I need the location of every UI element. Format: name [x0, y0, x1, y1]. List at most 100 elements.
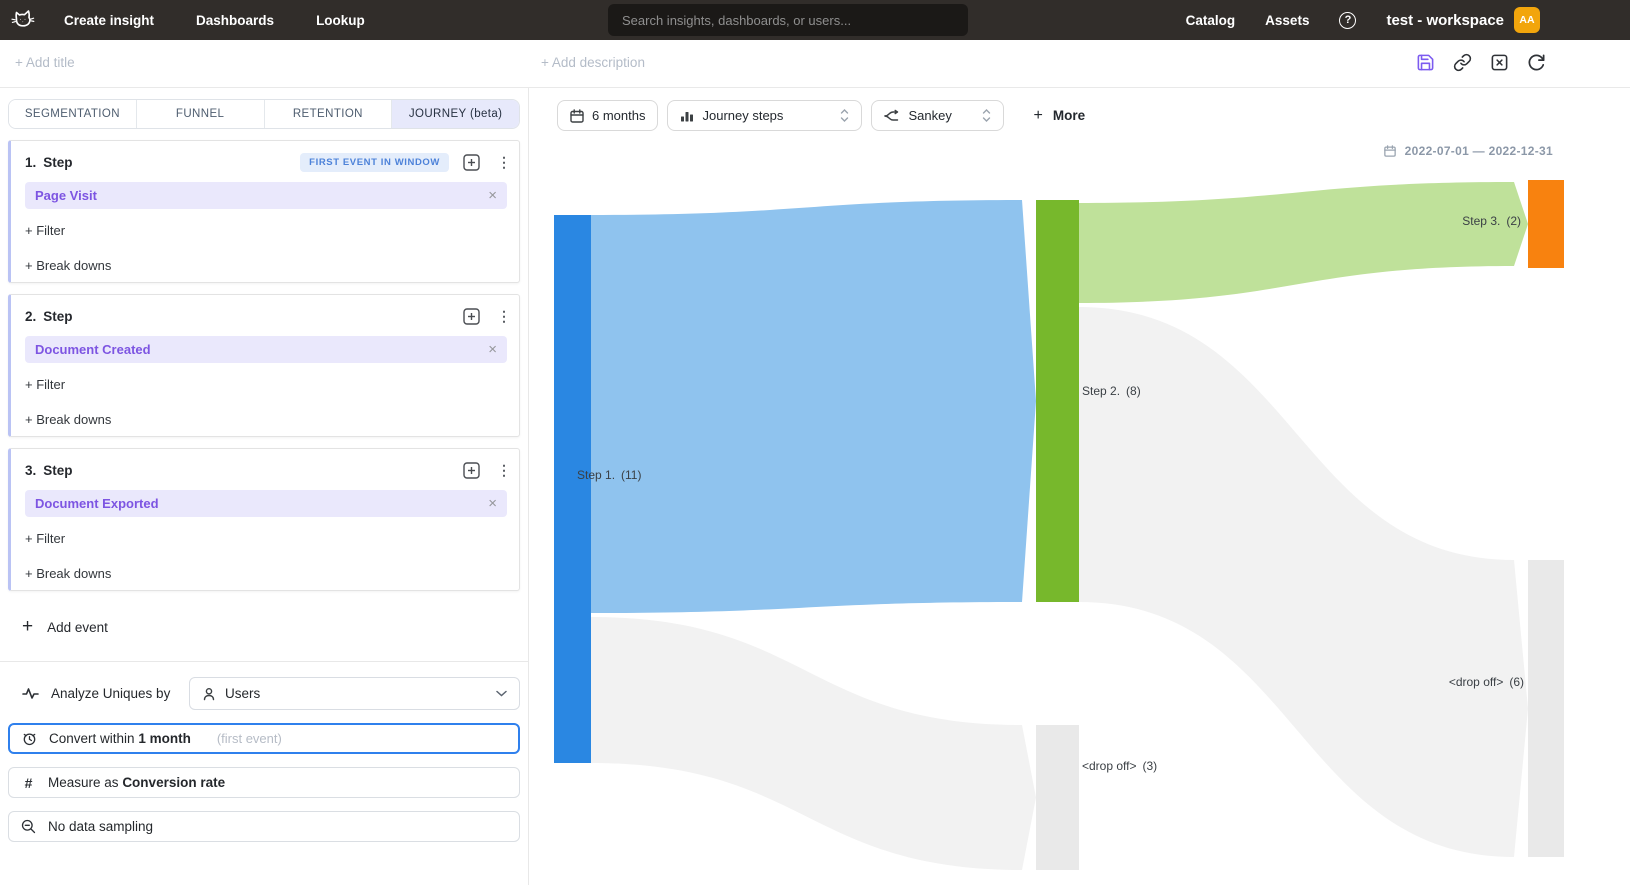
step-title: Step	[43, 463, 72, 478]
user-icon	[202, 687, 216, 701]
data-sampling-control[interactable]: No data sampling	[8, 811, 520, 842]
calendar-icon	[1384, 145, 1396, 157]
save-icon	[1416, 53, 1435, 72]
uniques-by-value: Users	[225, 686, 260, 701]
event-selector[interactable]: Document Created ×	[25, 336, 507, 363]
cancel-button[interactable]	[1490, 53, 1509, 72]
view-select[interactable]: Journey steps	[667, 100, 862, 131]
nav-assets[interactable]: Assets	[1265, 13, 1309, 28]
sankey-label-dropoff_step2: <drop off> (6)	[1449, 675, 1524, 689]
title-bar: + Add title + Add description	[0, 40, 1630, 88]
sankey-node-step2[interactable]	[1036, 200, 1079, 602]
plus-icon: +	[1033, 107, 1042, 125]
sankey-link-step1-dropoff_step1[interactable]	[591, 617, 1036, 870]
plus-square-icon	[463, 308, 480, 325]
sankey-icon	[884, 109, 900, 123]
event-selector[interactable]: Document Exported ×	[25, 490, 507, 517]
step-card-1: 1. Step FIRST EVENT IN WINDOW ⋮ Page Vis…	[8, 140, 520, 283]
divider	[0, 661, 528, 662]
chart-type-value: Sankey	[908, 108, 951, 123]
add-event-to-step-button[interactable]	[463, 462, 480, 479]
step-number: 2.	[25, 309, 36, 324]
event-name: Page Visit	[35, 188, 97, 203]
remove-event-icon[interactable]: ×	[488, 343, 497, 357]
analyze-label: Analyze Uniques by	[51, 686, 170, 701]
nav-create-insight[interactable]: Create insight	[64, 13, 154, 28]
add-title-button[interactable]: + Add title	[15, 55, 75, 70]
avatar[interactable]: AA	[1514, 7, 1540, 33]
convert-hint: (first event)	[217, 731, 282, 746]
sankey-link-step2-dropoff_step2[interactable]	[1079, 307, 1528, 857]
workspace-name[interactable]: test - workspace	[1386, 12, 1504, 29]
calendar-icon	[570, 109, 584, 123]
convert-prefix: Convert within	[49, 731, 135, 746]
measure-as-control[interactable]: # Measure as Conversion rate	[8, 767, 520, 798]
add-event-to-step-button[interactable]	[463, 308, 480, 325]
hash-icon: #	[21, 775, 36, 791]
help-icon[interactable]: ?	[1339, 12, 1356, 29]
add-filter-button[interactable]: + Filter	[25, 223, 507, 238]
search-input[interactable]	[608, 4, 968, 36]
chart-type-select[interactable]: Sankey	[871, 100, 1004, 131]
chart-toolbar: 6 months Journey steps Sankey	[557, 100, 1085, 131]
top-navbar: Create insight Dashboards Lookup Catalog…	[0, 0, 1630, 40]
add-description-button[interactable]: + Add description	[541, 55, 645, 70]
close-square-icon	[1490, 53, 1509, 72]
nav-dashboards[interactable]: Dashboards	[196, 13, 274, 28]
sankey-label-step2: Step 2. (8)	[1082, 384, 1141, 398]
date-range-text: 2022-07-01 — 2022-12-31	[1405, 144, 1553, 158]
sankey-link-step1-step2[interactable]	[591, 200, 1036, 613]
step-menu-button[interactable]: ⋮	[497, 311, 507, 321]
first-event-badge: FIRST EVENT IN WINDOW	[300, 153, 449, 172]
more-options-button[interactable]: + More	[1033, 107, 1085, 125]
sankey-node-step1[interactable]	[554, 215, 591, 763]
sankey-label-step1: Step 1. (11)	[577, 468, 641, 482]
sankey-link-step2-step3[interactable]	[1079, 182, 1528, 303]
add-breakdown-button[interactable]: + Break downs	[25, 412, 507, 427]
nav-catalog[interactable]: Catalog	[1186, 13, 1236, 28]
add-event-button[interactable]: + Add event	[8, 615, 520, 639]
add-filter-button[interactable]: + Filter	[25, 531, 507, 546]
refresh-icon	[1527, 53, 1546, 72]
step-card-2: 2. Step ⋮ Document Created × + Filter + …	[8, 294, 520, 437]
uniques-by-select[interactable]: Users	[189, 677, 520, 710]
sankey-node-dropoff_step1[interactable]	[1036, 725, 1079, 870]
alarm-clock-icon	[22, 731, 37, 746]
event-name: Document Exported	[35, 496, 159, 511]
remove-event-icon[interactable]: ×	[488, 189, 497, 203]
refresh-button[interactable]	[1527, 53, 1546, 72]
plus-square-icon	[463, 154, 480, 171]
event-name: Document Created	[35, 342, 151, 357]
copy-link-button[interactable]	[1453, 53, 1472, 72]
plus-icon: +	[22, 618, 33, 636]
link-icon	[1453, 53, 1472, 72]
remove-event-icon[interactable]: ×	[488, 497, 497, 511]
save-button[interactable]	[1416, 53, 1435, 72]
step-number: 3.	[25, 463, 36, 478]
app-logo-cat-icon[interactable]	[10, 8, 36, 32]
tab-segmentation[interactable]: SEGMENTATION	[9, 100, 137, 128]
add-breakdown-button[interactable]: + Break downs	[25, 258, 507, 273]
tab-retention[interactable]: RETENTION	[265, 100, 393, 128]
step-menu-button[interactable]: ⋮	[497, 157, 507, 167]
sankey-node-step3[interactable]	[1528, 180, 1564, 268]
time-range-button[interactable]: 6 months	[557, 100, 658, 131]
updown-caret-icon	[982, 108, 991, 123]
step-number: 1.	[25, 155, 36, 170]
tab-journey[interactable]: JOURNEY (beta)	[392, 100, 519, 128]
sankey-label-step3: Step 3. (2)	[1462, 214, 1521, 228]
sankey-chart[interactable]: Step 1. (11) Step 2. (8) Step 3. (2) <drop …	[529, 88, 1630, 885]
measure-value: Conversion rate	[122, 775, 225, 790]
convert-within-control[interactable]: Convert within 1 month (first event)	[8, 723, 520, 754]
step-menu-button[interactable]: ⋮	[497, 465, 507, 475]
add-filter-button[interactable]: + Filter	[25, 377, 507, 392]
event-selector[interactable]: Page Visit ×	[25, 182, 507, 209]
zoom-out-icon	[21, 819, 36, 834]
nav-lookup[interactable]: Lookup	[316, 13, 365, 28]
sankey-node-dropoff_step2[interactable]	[1528, 560, 1564, 857]
date-range-indicator: 2022-07-01 — 2022-12-31	[1384, 144, 1553, 158]
add-event-to-step-button[interactable]	[463, 154, 480, 171]
query-builder-panel: SEGMENTATION FUNNEL RETENTION JOURNEY (b…	[0, 88, 529, 885]
tab-funnel[interactable]: FUNNEL	[137, 100, 265, 128]
add-breakdown-button[interactable]: + Break downs	[25, 566, 507, 581]
